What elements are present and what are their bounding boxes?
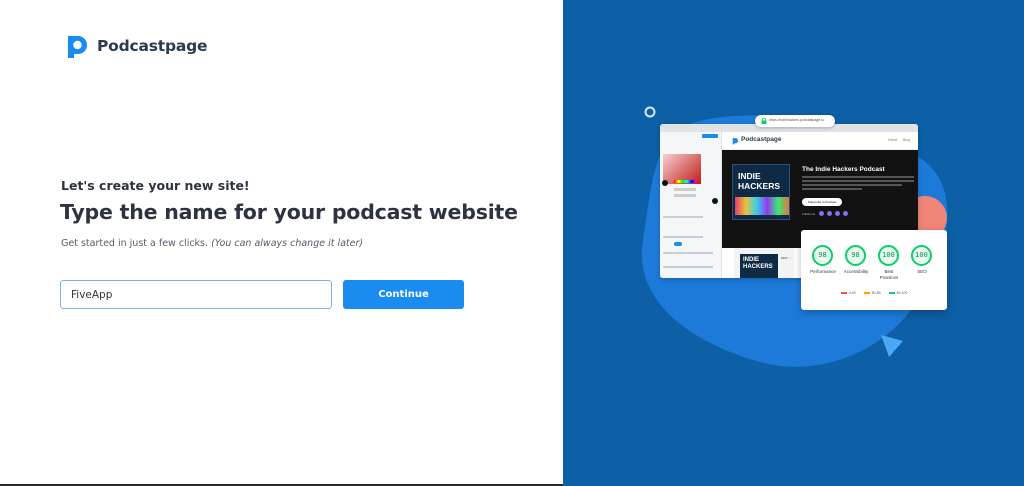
- score-accessibility-value: 98: [845, 245, 866, 266]
- mock-subscribe-button: Subscribe to Podcast: [802, 198, 842, 206]
- score-best-practices-value: 100: [878, 245, 899, 266]
- illustration-panel: Podcastpage Home Blog INDIE HACKERS The …: [563, 0, 1024, 486]
- lighthouse-score-card: 98 Performance 98 Accessibility 100 Best…: [801, 230, 947, 310]
- cover-line-2: HACKERS: [738, 181, 781, 191]
- site-preview-illustration: Podcastpage Home Blog INDIE HACKERS The …: [563, 0, 1024, 486]
- form-subtitle: Get started in just a few clicks. (You c…: [61, 238, 363, 249]
- score-seo: 100: [911, 245, 932, 266]
- mock-podcast-title: The Indie Hackers Podcast: [802, 166, 885, 173]
- score-best-practices-label: Best Practices: [879, 269, 899, 280]
- score-performance-label: Performance: [810, 269, 836, 274]
- subtitle-note: (You can always change it later): [211, 238, 364, 249]
- score-seo-label: SEO: [917, 269, 927, 274]
- legend-item-average: 50-89: [863, 291, 881, 295]
- url-text: https://indiehackers.podcastpage.io: [769, 118, 824, 122]
- mock-nav-home: Home: [888, 138, 898, 142]
- form-kicker: Let's create your new site!: [61, 178, 250, 193]
- mock-episode-card: INDIE HACKERS #167 - ...: [734, 248, 794, 278]
- score-best-practices: 100: [878, 245, 899, 266]
- score-seo-value: 100: [911, 245, 932, 266]
- triangle-shape: [881, 335, 903, 357]
- mock-logo-text: Podcastpage: [741, 136, 782, 143]
- mock-logo-icon: [732, 138, 739, 145]
- episode-cover-line-1: INDIE: [743, 257, 760, 263]
- legend-item-pass: 90-100: [888, 291, 907, 295]
- cover-line-1: INDIE: [738, 171, 761, 181]
- score-legend: 0-49 50-89 90-100: [801, 291, 947, 295]
- lock-icon: [761, 118, 767, 124]
- subtitle-text: Get started in just a few clicks.: [61, 238, 209, 249]
- episode-cover-line-2: HACKERS: [743, 264, 773, 270]
- podcastpage-logo-icon: [68, 36, 87, 58]
- brand-name: Podcastpage: [97, 37, 208, 55]
- score-performance-value: 98: [812, 245, 833, 266]
- mock-site-header: Podcastpage Home Blog: [722, 132, 918, 150]
- score-accessibility: 98: [845, 245, 866, 266]
- score-performance: 98: [812, 245, 833, 266]
- mock-follow-label: Follow Us: [802, 212, 816, 216]
- mock-episode-code: #167 - ...: [781, 256, 793, 260]
- brand-logo[interactable]: Podcastpage: [62, 33, 208, 59]
- legend-item-fail: 0-49: [840, 291, 856, 295]
- site-name-input[interactable]: [60, 280, 332, 309]
- mock-nav-blog: Blog: [903, 138, 911, 142]
- url-pill: https://indiehackers.podcastpage.io: [755, 115, 835, 127]
- continue-button[interactable]: Continue: [343, 280, 464, 309]
- score-accessibility-label: Accessibility: [843, 269, 869, 274]
- mock-podcast-cover: INDIE HACKERS: [732, 164, 790, 220]
- page-title: Type the name for your podcast website: [60, 200, 518, 224]
- signup-panel: Podcastpage Let's create your new site! …: [0, 0, 563, 486]
- editor-sidebar: [660, 132, 722, 278]
